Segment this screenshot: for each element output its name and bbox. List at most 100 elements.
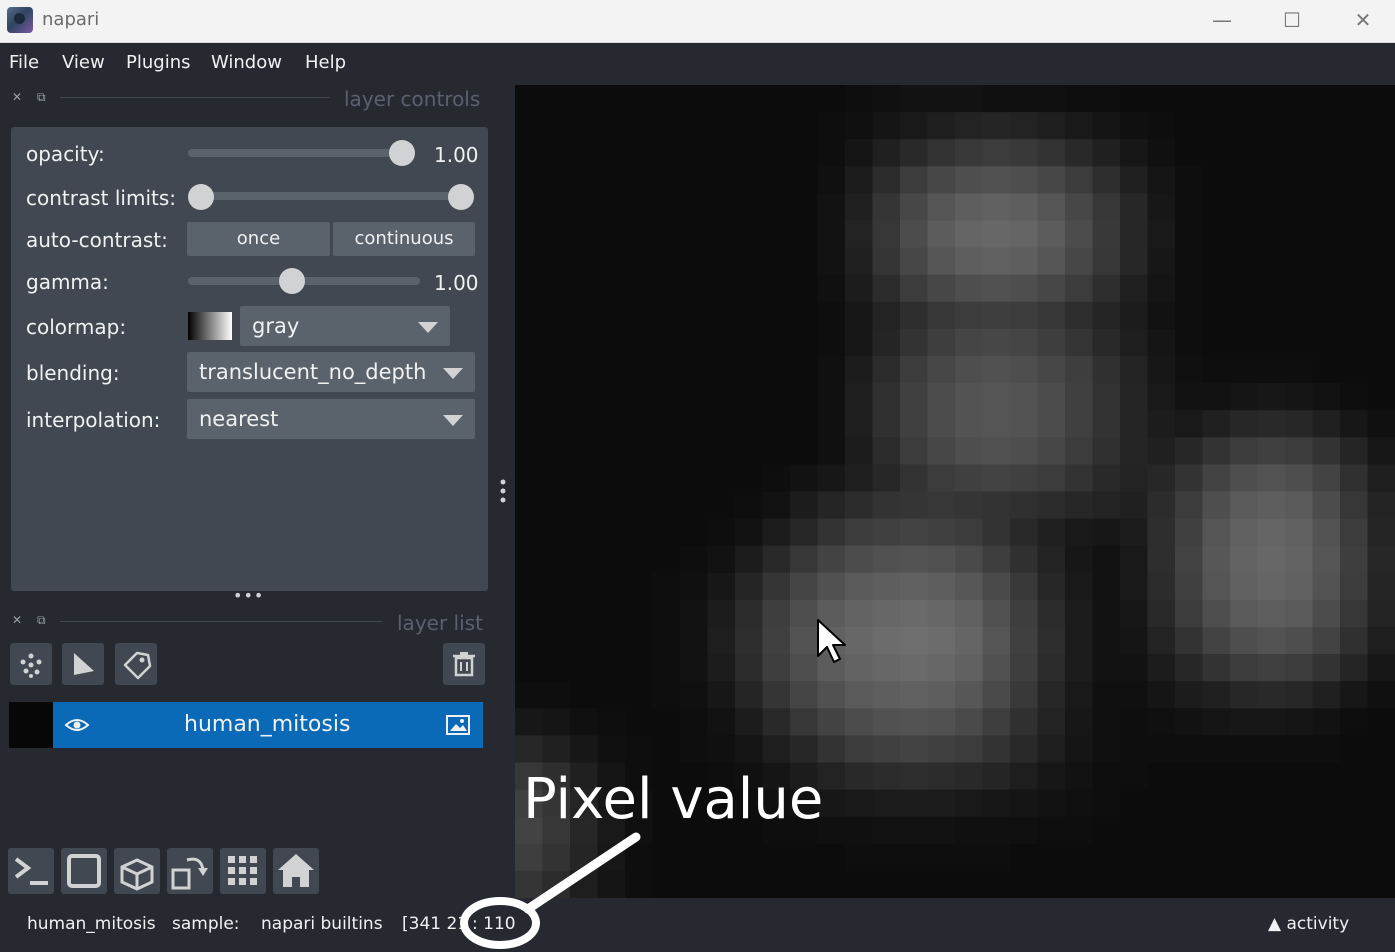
auto-contrast-continuous-button[interactable]: continuous bbox=[333, 222, 475, 256]
image-pixel bbox=[652, 572, 681, 601]
roll-dimensions-button[interactable] bbox=[114, 848, 160, 894]
image-pixel bbox=[735, 437, 764, 465]
image-pixel bbox=[735, 274, 764, 303]
image-pixel bbox=[900, 518, 929, 547]
colormap-select[interactable]: gray bbox=[240, 306, 450, 346]
layer-controls-title: layer controls bbox=[344, 87, 481, 111]
image-pixel bbox=[1175, 816, 1204, 845]
image-pixel bbox=[707, 654, 736, 682]
menu-view[interactable]: View bbox=[62, 52, 105, 73]
dock-float-icon[interactable]: ⧉ bbox=[37, 90, 46, 105]
image-pixel bbox=[1065, 708, 1094, 736]
image-pixel bbox=[1230, 166, 1259, 194]
image-pixel bbox=[1010, 545, 1039, 574]
eye-icon[interactable] bbox=[64, 715, 90, 735]
image-pixel bbox=[1230, 383, 1259, 411]
image-pixel bbox=[1230, 735, 1259, 764]
image-pixel bbox=[597, 274, 626, 303]
image-pixel bbox=[1257, 328, 1286, 357]
auto-contrast-once-button[interactable]: once bbox=[187, 222, 330, 256]
interpolation-select[interactable]: nearest bbox=[187, 399, 475, 439]
image-pixel bbox=[927, 328, 956, 357]
image-pixel bbox=[1257, 816, 1286, 845]
menu-file[interactable]: File bbox=[9, 52, 39, 73]
new-labels-layer-button[interactable] bbox=[115, 643, 157, 685]
image-pixel bbox=[597, 681, 626, 709]
image-pixel bbox=[845, 166, 874, 194]
dock-close-icon[interactable]: ✕ bbox=[12, 90, 22, 104]
image-pixel bbox=[1147, 870, 1176, 898]
image-pixel bbox=[845, 681, 874, 709]
image-pixel bbox=[1147, 545, 1176, 574]
image-pixel bbox=[845, 870, 874, 898]
image-pixel bbox=[1092, 681, 1121, 709]
menu-window[interactable]: Window bbox=[211, 52, 282, 73]
image-pixel bbox=[542, 85, 571, 113]
console-button[interactable] bbox=[8, 848, 54, 894]
image-pixel bbox=[570, 708, 599, 736]
menu-plugins[interactable]: Plugins bbox=[126, 52, 190, 73]
gamma-value[interactable]: 1.00 bbox=[434, 271, 478, 295]
image-pixel bbox=[652, 328, 681, 357]
activity-button[interactable]: ▲ activity bbox=[1268, 914, 1349, 934]
new-shapes-layer-button[interactable] bbox=[62, 643, 104, 685]
image-pixel bbox=[597, 112, 626, 140]
panel-splitter-handle[interactable] bbox=[500, 478, 506, 506]
close-button[interactable]: ✕ bbox=[1328, 0, 1395, 42]
image-pixel bbox=[1257, 274, 1286, 303]
image-pixel bbox=[927, 735, 956, 764]
image-pixel bbox=[1147, 572, 1176, 601]
image-pixel bbox=[1175, 491, 1204, 520]
image-pixel bbox=[1120, 545, 1149, 574]
opacity-slider-handle[interactable] bbox=[389, 140, 415, 166]
image-pixel bbox=[1312, 870, 1341, 898]
grid-view-button[interactable] bbox=[220, 848, 266, 894]
image-pixel bbox=[790, 220, 819, 249]
image-pixel bbox=[1010, 491, 1039, 520]
opacity-value[interactable]: 1.00 bbox=[434, 143, 478, 167]
blending-select[interactable]: translucent_no_depth bbox=[187, 352, 475, 392]
toggle-ndisplay-button[interactable] bbox=[61, 848, 107, 894]
image-pixel bbox=[1202, 789, 1231, 818]
image-pixel bbox=[1257, 356, 1286, 384]
image-pixel bbox=[1285, 166, 1314, 194]
image-pixel bbox=[1175, 139, 1204, 167]
image-pixel bbox=[762, 681, 791, 709]
image-pixel bbox=[1037, 843, 1066, 872]
gamma-slider-handle[interactable] bbox=[278, 268, 305, 294]
dock-float-icon[interactable]: ⧉ bbox=[37, 613, 46, 628]
image-pixel bbox=[1092, 193, 1121, 222]
image-pixel bbox=[1230, 681, 1259, 709]
image-pixel bbox=[652, 383, 681, 411]
image-pixel bbox=[1230, 762, 1259, 791]
image-pixel bbox=[735, 599, 764, 628]
image-pixel bbox=[707, 166, 736, 194]
layer-list-item[interactable]: human_mitosis bbox=[9, 702, 483, 748]
minimize-button[interactable]: — bbox=[1187, 0, 1257, 42]
image-pixel bbox=[1230, 464, 1259, 493]
image-pixel bbox=[1367, 491, 1395, 520]
image-pixel bbox=[1285, 545, 1314, 574]
image-pixel bbox=[1175, 410, 1204, 438]
transpose-button[interactable] bbox=[167, 848, 213, 894]
home-button[interactable] bbox=[273, 848, 319, 894]
image-pixel bbox=[652, 193, 681, 222]
maximize-button[interactable]: ☐ bbox=[1257, 0, 1327, 42]
delete-layer-button[interactable] bbox=[443, 643, 485, 685]
image-pixel bbox=[1340, 572, 1369, 601]
image-pixel bbox=[625, 654, 654, 682]
image-pixel bbox=[845, 193, 874, 222]
contrast-limits-slider[interactable] bbox=[192, 192, 470, 200]
image-pixel bbox=[1147, 762, 1176, 791]
dock-splitter-handle[interactable]: ••• bbox=[233, 586, 264, 605]
image-pixel bbox=[735, 735, 764, 764]
opacity-slider[interactable] bbox=[188, 149, 410, 157]
image-pixel bbox=[762, 356, 791, 384]
contrast-high-handle[interactable] bbox=[448, 184, 474, 210]
image-pixel bbox=[1285, 762, 1314, 791]
contrast-low-handle[interactable] bbox=[188, 184, 214, 210]
dock-close-icon[interactable]: ✕ bbox=[12, 613, 22, 627]
menu-help[interactable]: Help bbox=[305, 52, 346, 73]
layer-name[interactable]: human_mitosis bbox=[184, 712, 350, 737]
new-points-layer-button[interactable] bbox=[10, 643, 52, 685]
